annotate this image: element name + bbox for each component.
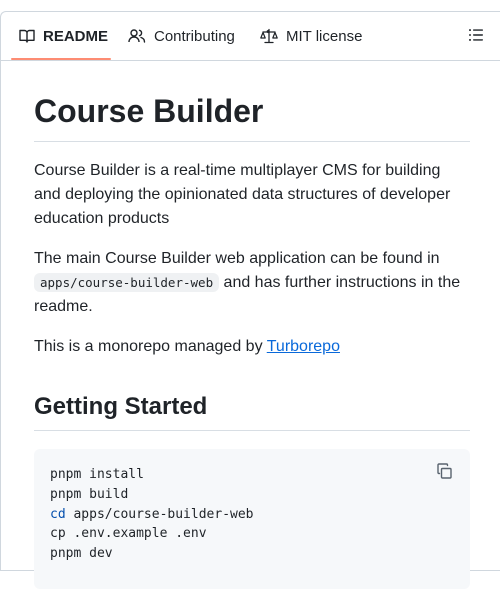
code-line: pnpm install [50, 465, 254, 485]
code-line: cd apps/course-builder-web [50, 505, 254, 525]
intro-paragraph: Course Builder is a real-time multiplaye… [34, 162, 451, 227]
monorepo-paragraph: This is a monorepo managed by Turborepo [34, 335, 470, 359]
code-line-text: pnpm build [50, 486, 129, 502]
code-block-text: pnpm install pnpm build cd apps/course-bui… [50, 465, 254, 564]
copy-button[interactable] [434, 462, 456, 484]
monorepo-text: This is a monorepo managed by [34, 338, 267, 355]
code-line: cp .env.example .env [50, 524, 254, 544]
tab-readme[interactable]: README [19, 12, 108, 60]
code-line-text: apps/course-builder-web [65, 506, 254, 522]
tab-license-label: MIT license [286, 27, 363, 45]
turborepo-link[interactable]: Turborepo [267, 338, 340, 355]
code-block: pnpm install pnpm build cd apps/course-bui… [34, 449, 470, 589]
app-path-code: apps/course-builder-web [34, 273, 220, 292]
tab-readme-label: README [43, 27, 109, 45]
code-line: pnpm build [50, 485, 254, 505]
main-app-text: The main Course Builder web application … [34, 250, 440, 267]
tab-license[interactable]: MIT license [260, 12, 362, 60]
readme-tabs: README Contributing MIT license [1, 12, 500, 61]
book-icon [19, 28, 35, 44]
code-line-text: cp .env.example .env [50, 526, 207, 542]
readme-panel: README Contributing MIT license Course B… [0, 11, 500, 589]
code-line-text: pnpm dev [50, 546, 113, 562]
people-icon [128, 28, 146, 44]
code-line-text: pnpm install [50, 467, 144, 482]
law-scale-icon [260, 28, 278, 44]
code-keyword: cd [50, 506, 66, 522]
tab-contributing[interactable]: Contributing [128, 12, 235, 60]
active-tab-indicator [11, 58, 111, 60]
tab-contributing-label: Contributing [154, 27, 235, 45]
copy-icon [437, 462, 453, 484]
readme-title: Course Builder [34, 91, 470, 142]
outline-button[interactable] [465, 26, 487, 48]
code-line: pnpm dev [50, 544, 254, 564]
getting-started-heading: Getting Started [34, 392, 470, 431]
list-unordered-icon [468, 27, 484, 48]
main-app-paragraph: The main Course Builder web application … [34, 247, 470, 319]
